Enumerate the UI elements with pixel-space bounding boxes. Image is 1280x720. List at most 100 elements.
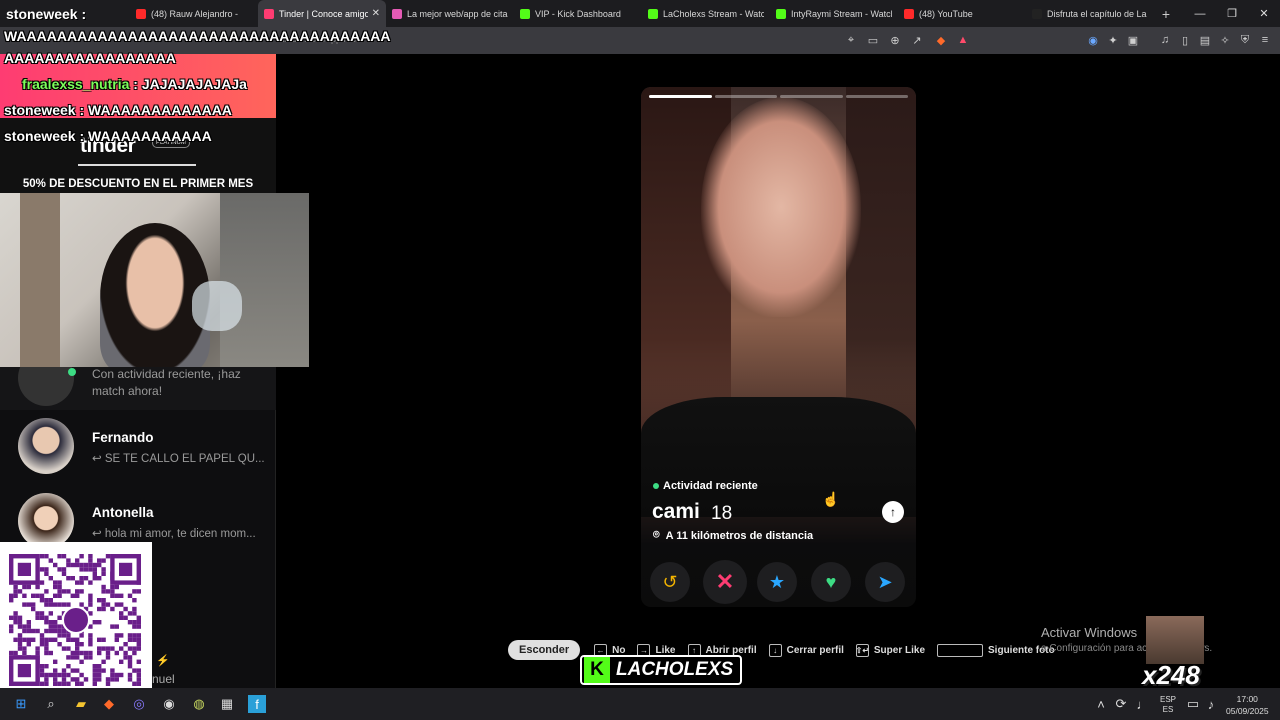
- qr-module: [119, 611, 124, 616]
- restore-icon[interactable]: ❐: [1216, 0, 1248, 27]
- app-icon[interactable]: ◍: [190, 695, 208, 713]
- volume-icon[interactable]: ♪: [1202, 695, 1220, 713]
- qr-module: [9, 624, 14, 629]
- open-profile-button[interactable]: ↑: [882, 501, 904, 523]
- super-like-button[interactable]: ★: [757, 562, 797, 602]
- activity-label: Actividad reciente: [663, 480, 758, 492]
- qr-module: [136, 672, 141, 678]
- language-indicator[interactable]: ESP ES: [1160, 695, 1176, 715]
- tab-close-icon[interactable]: ✕: [372, 8, 380, 19]
- clock-date: 05/09/2025: [1226, 706, 1269, 716]
- tab-label: (48) Rauw Alejandro -: [151, 8, 239, 19]
- hide-hints-button[interactable]: Esconder: [508, 640, 581, 660]
- qr-module: [39, 611, 45, 616]
- rewind-icon: ↺: [662, 571, 678, 592]
- photo-progress-segment[interactable]: [714, 95, 777, 98]
- qr-module: [79, 562, 84, 568]
- screen-icon[interactable]: ▭: [866, 33, 880, 47]
- qr-module: [136, 659, 141, 664]
- match-row[interactable]: Fernando ↩ SE TE CALLO EL PAPEL QU...: [0, 410, 276, 484]
- brave-browser-icon[interactable]: ◆: [100, 695, 118, 713]
- qr-finder: [119, 562, 133, 576]
- minimize-icon[interactable]: —: [1184, 0, 1216, 27]
- extensions-icon[interactable]: ✦: [1106, 33, 1120, 47]
- qr-module: [26, 624, 31, 629]
- hint-label: Abrir perfil: [705, 644, 757, 656]
- tab-favicon-icon: [392, 8, 402, 19]
- location-icon[interactable]: ⌖: [844, 33, 858, 47]
- new-tab-button[interactable]: +: [1154, 6, 1178, 22]
- qr-module: [66, 655, 71, 660]
- brave-shield-icon[interactable]: ◆: [934, 33, 948, 47]
- qr-module: [53, 602, 58, 607]
- tab-favicon-icon: [776, 8, 786, 19]
- emote-image: [1146, 616, 1204, 664]
- qr-module: [44, 571, 49, 576]
- discord-icon[interactable]: ◎: [130, 695, 148, 713]
- browser-tab[interactable]: La mejor web/app de citas: [386, 0, 514, 27]
- browser-tab[interactable]: Tinder | Conoce amigos ✕: [258, 0, 386, 27]
- browser-tab[interactable]: LaCholexs Stream - Watch: [642, 0, 770, 27]
- file-explorer-icon[interactable]: ▰: [72, 695, 90, 713]
- qr-module: [101, 571, 106, 576]
- network-icon[interactable]: ▭: [1184, 695, 1202, 713]
- qr-module: [97, 646, 102, 651]
- nope-button[interactable]: ✕: [703, 560, 747, 604]
- microphone-icon[interactable]: ♩: [1134, 695, 1152, 713]
- qr-module: [48, 558, 53, 563]
- qr-module: [53, 659, 58, 664]
- music-icon[interactable]: ♫: [1158, 33, 1172, 47]
- vpn-icon[interactable]: ⛨: [1238, 33, 1252, 47]
- qr-module: [83, 562, 89, 568]
- qr-module: [70, 593, 75, 598]
- qr-module: [136, 637, 141, 642]
- menu-icon[interactable]: ≡: [1258, 33, 1272, 47]
- boost-button[interactable]: ➤: [865, 562, 905, 602]
- windows-start-icon[interactable]: ⊞: [12, 695, 30, 713]
- key-icon: [937, 643, 984, 657]
- browser-tab[interactable]: VIP - Kick Dashboard: [514, 0, 642, 27]
- browser-tab[interactable]: IntyRaymi Stream - Watch: [770, 0, 898, 27]
- qr-module: [48, 602, 53, 607]
- search-icon[interactable]: ⌕: [42, 695, 60, 713]
- close-window-icon[interactable]: ✕: [1248, 0, 1280, 27]
- chevron-up-icon[interactable]: ˄: [1092, 695, 1110, 713]
- screenshot-icon[interactable]: ▣: [1126, 33, 1140, 47]
- profile-card[interactable]: Actividad reciente cami 18 ⌾ A 11 kilómet…: [641, 87, 916, 607]
- rewind-button[interactable]: ↺: [650, 562, 690, 602]
- obs-icon[interactable]: ◉: [160, 695, 178, 713]
- qr-module: [114, 602, 119, 607]
- tab-label: LaCholexs Stream - Watch: [663, 8, 764, 19]
- app-icon[interactable]: ▦: [218, 695, 236, 713]
- wallet-icon[interactable]: ▤: [1198, 33, 1212, 47]
- app-icon[interactable]: f: [248, 695, 266, 713]
- qr-module: [97, 650, 102, 656]
- qr-module: [119, 633, 124, 638]
- zoom-icon[interactable]: ⊕: [888, 33, 902, 47]
- yape-logo-icon: [62, 606, 90, 634]
- qr-module: [57, 589, 62, 594]
- photo-progress-segment[interactable]: [845, 95, 908, 98]
- ai-icon[interactable]: ✧: [1218, 33, 1232, 47]
- brave-rewards-icon[interactable]: ▲: [956, 33, 970, 47]
- system-clock[interactable]: 17:00 05/09/2025: [1226, 693, 1269, 717]
- qr-module: [75, 681, 80, 686]
- qr-module: [136, 642, 141, 647]
- like-button[interactable]: ♥: [811, 562, 851, 602]
- browser-tab[interactable]: Disfruta el capítulo de La: [1026, 0, 1154, 27]
- browser-tab[interactable]: (48) YouTube: [898, 0, 1026, 27]
- qr-module: [92, 672, 97, 678]
- tab-favicon-icon: [1032, 8, 1042, 19]
- photo-progress-segment[interactable]: [780, 95, 843, 98]
- qr-module: [110, 593, 115, 598]
- photo-progress-segment[interactable]: [649, 95, 712, 98]
- qr-module: [31, 637, 36, 642]
- sync-icon[interactable]: ⟳: [1112, 695, 1130, 713]
- share-icon[interactable]: ↗: [910, 33, 924, 47]
- audio-icon[interactable]: ◉: [1086, 33, 1100, 47]
- sidebar-icon[interactable]: ▯: [1178, 33, 1192, 47]
- recent-activity-row[interactable]: Con actividad reciente, ¡haz match ahora…: [0, 350, 276, 410]
- qr-module: [105, 677, 111, 682]
- qr-module: [17, 589, 23, 594]
- browser-tab[interactable]: (48) Rauw Alejandro -: [130, 0, 258, 27]
